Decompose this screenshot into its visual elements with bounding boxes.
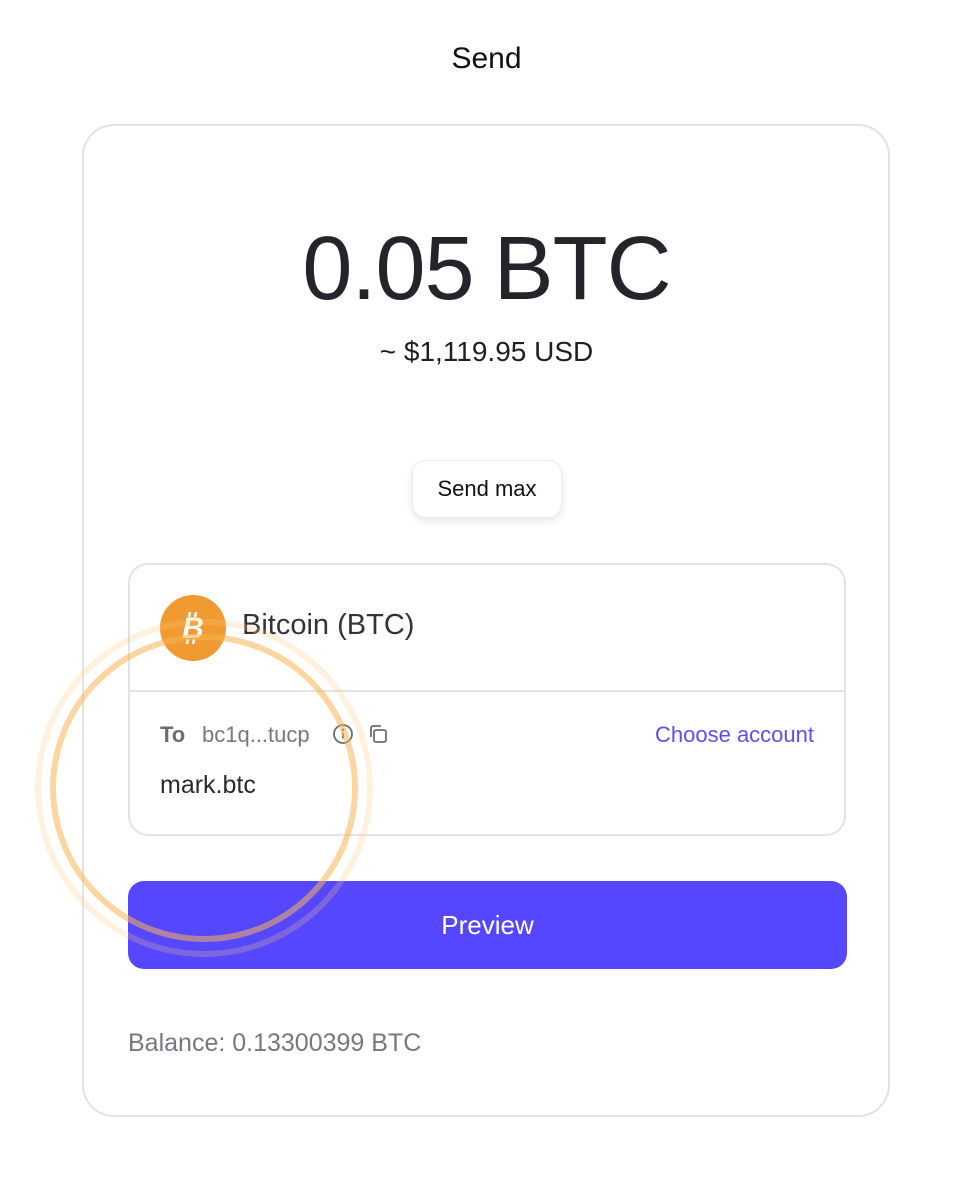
asset-recipient-box: B Bitcoin (BTC) To bc1q...tucp Choose ac… (128, 563, 846, 836)
fiat-amount: ~ $1,119.95 USD (379, 336, 594, 367)
copy-icon[interactable] (367, 723, 389, 745)
recipient-address: bc1q...tucp (202, 722, 310, 747)
send-max-button[interactable]: Send max (412, 460, 562, 518)
to-label: To (160, 722, 186, 747)
amount-display: 0.05 BTC (0, 218, 973, 321)
send-screen: Send 0.05 BTC ~ $1,119.95 USD Send max B … (0, 0, 973, 1200)
page-title: Send (451, 42, 522, 75)
recipient-name: mark.btc (160, 771, 256, 799)
amount-value: 0.05 (302, 219, 474, 319)
info-icon[interactable] (332, 723, 354, 745)
asset-selector[interactable]: B Bitcoin (BTC) (130, 565, 844, 692)
preview-button[interactable]: Preview (128, 881, 847, 969)
choose-account-link[interactable]: Choose account (655, 722, 814, 748)
bitcoin-icon: B (160, 595, 226, 661)
amount-unit: BTC (493, 219, 672, 319)
asset-name: Bitcoin (BTC) (242, 609, 415, 641)
balance-text: Balance: 0.13300399 BTC (128, 1029, 422, 1057)
